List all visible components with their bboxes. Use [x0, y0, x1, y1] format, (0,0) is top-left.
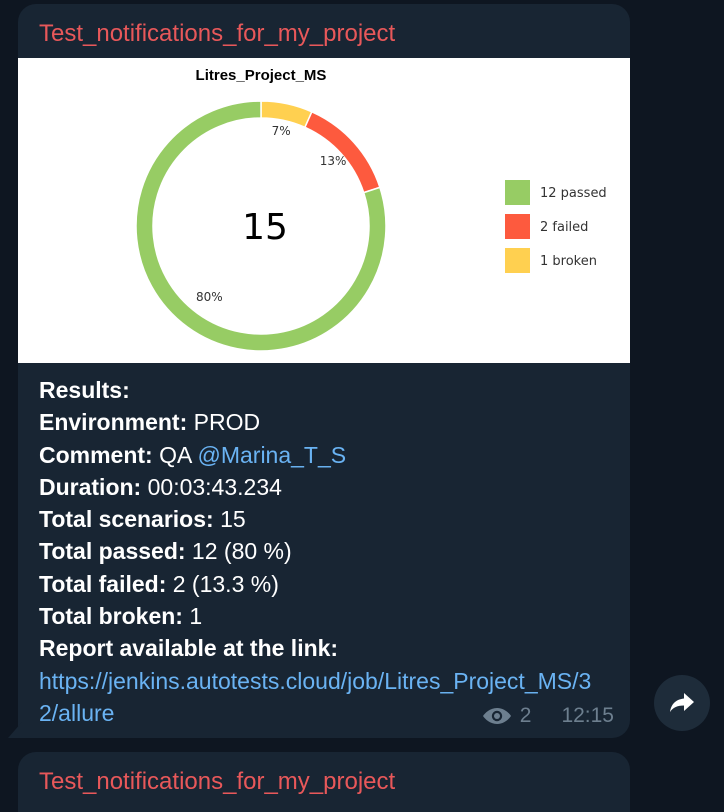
total-failed-value: 2 (13.3 %)	[166, 570, 279, 597]
chart-center-label: 15	[242, 207, 288, 248]
comment-label: Comment:	[39, 441, 153, 468]
report-label: Report available at the link:	[39, 635, 339, 662]
chart-legend: 12 passed 2 failed 1 broken	[505, 180, 607, 273]
chart-image[interactable]: Litres_Project_MS 7% 13% 80% 15 12 passed 2…	[18, 58, 630, 363]
message-text: Results: Environment: PROD Comment: QA @…	[39, 374, 599, 729]
share-button[interactable]	[654, 675, 710, 731]
mention-link[interactable]: @Marina_T_S	[197, 442, 346, 468]
total-broken-label: Total broken:	[39, 603, 183, 630]
eye-icon	[482, 706, 512, 726]
duration-value: 00:03:43.234	[141, 473, 282, 500]
message-bubble: Test_notifications_for_my_project Litres…	[18, 4, 630, 738]
slice-label-broken: 7%	[272, 124, 291, 138]
legend-label-passed: 12 passed	[540, 186, 607, 201]
environment-label: Environment:	[39, 409, 188, 436]
duration-label: Duration:	[39, 473, 142, 500]
bubble-tail	[8, 722, 22, 738]
comment-value: QA	[152, 441, 198, 468]
environment-value: PROD	[187, 409, 261, 436]
total-scenarios-label: Total scenarios:	[39, 506, 214, 533]
total-passed-label: Total passed:	[39, 538, 186, 565]
legend-swatch-passed	[505, 180, 530, 205]
total-broken-value: 1	[182, 603, 203, 630]
total-scenarios-value: 15	[213, 506, 246, 533]
donut-chart: Litres_Project_MS 7% 13% 80% 15 12 passed 2…	[135, 67, 607, 352]
legend-swatch-broken	[505, 248, 530, 273]
next-channel-name[interactable]: Test_notifications_for_my_project	[39, 768, 395, 796]
legend-label-failed: 2 failed	[540, 220, 588, 235]
slice-label-passed: 80%	[196, 290, 223, 304]
view-count: 2	[519, 704, 532, 727]
results-label: Results:	[39, 377, 130, 403]
share-arrow-icon	[670, 693, 694, 712]
slice-label-failed: 13%	[320, 154, 347, 168]
chart-title: Litres_Project_MS	[196, 67, 327, 84]
legend-swatch-failed	[505, 214, 530, 239]
message-meta: 2 12:15	[482, 704, 614, 728]
message-time: 12:15	[561, 704, 614, 727]
slice-failed	[303, 110, 381, 194]
channel-name[interactable]: Test_notifications_for_my_project	[39, 20, 395, 48]
total-failed-label: Total failed:	[39, 570, 167, 597]
legend-label-broken: 1 broken	[540, 254, 597, 269]
next-message-bubble: Test_notifications_for_my_project	[18, 752, 630, 812]
total-passed-value: 12 (80 %)	[185, 538, 292, 565]
